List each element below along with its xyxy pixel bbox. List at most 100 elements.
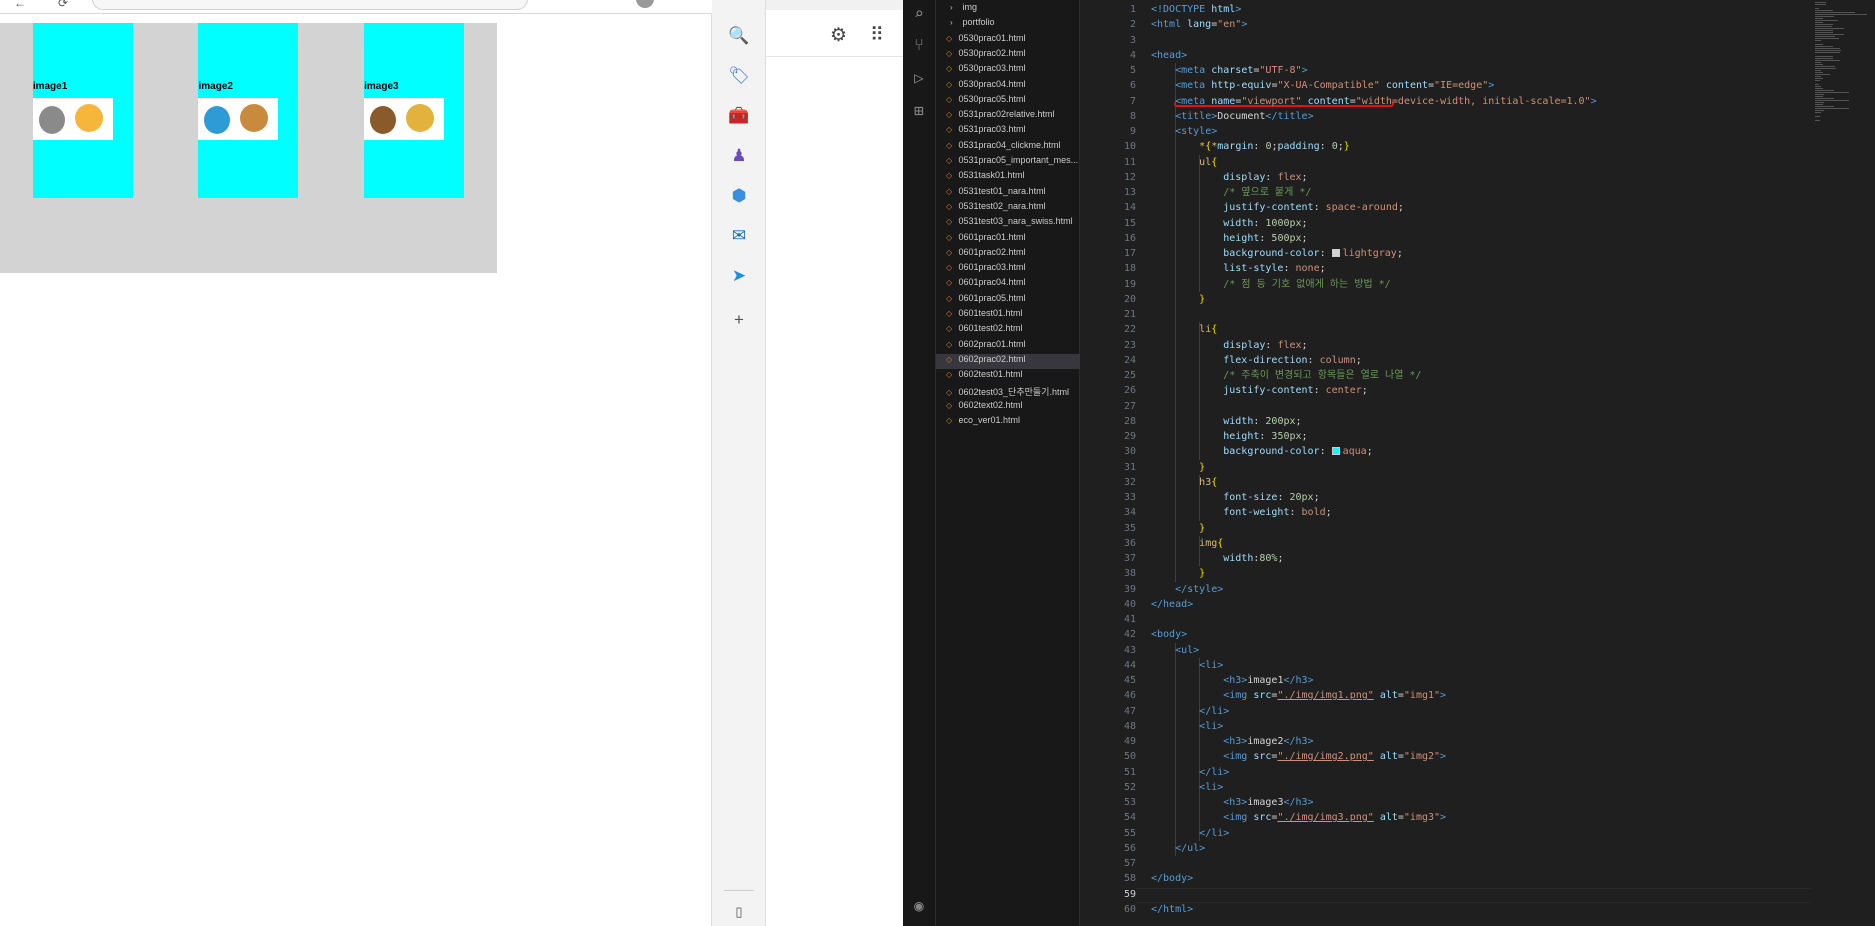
code-line: } [1151, 566, 1205, 581]
code-token: <img [1223, 751, 1254, 763]
sidebar-divider [724, 890, 754, 891]
toolbox-icon[interactable]: 🧰 [727, 104, 751, 128]
code-token: "./img/img3.png" [1277, 812, 1374, 824]
code-line: /* 옆으로 붙게 */ [1151, 185, 1311, 200]
explorer-file[interactable]: ◇ 0531prac05_important_mes... [936, 155, 1080, 170]
avatar[interactable] [636, 0, 654, 8]
explorer-file[interactable]: ◇ 0601prac05.html [936, 293, 1080, 308]
copilot-icon[interactable]: ⬢ [727, 184, 751, 208]
address-bar[interactable] [92, 0, 528, 10]
explorer-file[interactable]: ◇ 0531prac04_clickme.html [936, 140, 1080, 155]
back-icon[interactable]: ← [14, 0, 26, 10]
line-number: 59 [1123, 888, 1136, 900]
search-icon[interactable]: 🔍 [727, 24, 751, 48]
code-token: 20px [1289, 492, 1314, 503]
outlook-icon[interactable]: ✉ [727, 224, 751, 248]
explorer-file[interactable]: ◇ 0602text02.html [936, 400, 1080, 415]
explorer-file[interactable]: ◇ 0601prac04.html [936, 277, 1080, 292]
minimap-line [1815, 46, 1834, 47]
line-number: 38 [1123, 568, 1136, 580]
code-line: *{*margin: 0;padding: 0;} [1151, 139, 1350, 154]
apps-grid-icon[interactable]: ⠿ [870, 24, 884, 47]
send-icon[interactable]: ➤ [727, 264, 751, 288]
activity-bar: ⌕ ⑂ ▷ ⊞ ◉ [903, 0, 936, 926]
explorer-file[interactable]: ◇ 0531test03_nara_swiss.html [936, 216, 1080, 231]
source-control-icon[interactable]: ⑂ [908, 33, 930, 55]
explorer-file[interactable]: ◇ 0531test02_nara.html [936, 201, 1080, 216]
code-content[interactable]: <!DOCTYPE html> <html lang="en"> <head> <m… [1151, 0, 1811, 926]
cartoon-animal [74, 104, 103, 132]
explorer-file[interactable]: ◇ 0531test01_nara.html [936, 186, 1080, 201]
line-number: 1 [1129, 4, 1136, 15]
minimap-line [1815, 78, 1824, 79]
explorer-file[interactable]: ◇ 0602prac02.html [936, 353, 1080, 369]
explorer-file[interactable]: ◇ 0530prac01.html [936, 33, 1080, 48]
explorer-file[interactable]: ◇ 0531prac02relative.html [936, 109, 1080, 124]
code-line: <html lang="en"> [1151, 17, 1247, 32]
code-token: width [1223, 415, 1254, 427]
explorer-file[interactable]: ◇ 0530prac02.html [936, 48, 1080, 63]
extensions-icon[interactable]: ⊞ [908, 99, 930, 121]
minimap[interactable] [1811, 0, 1875, 926]
explorer-file[interactable]: ◇ 0601prac01.html [936, 232, 1080, 247]
explorer-file[interactable]: ◇ 0530prac05.html [936, 94, 1080, 109]
explorer-file[interactable]: ◇ 0602test01.html [936, 369, 1080, 384]
explorer-file[interactable]: ◇ 0531task01.html [936, 170, 1080, 185]
search-icon[interactable]: ⌕ [908, 2, 930, 24]
explorer-file[interactable]: ◇ eco_ver01.html [936, 415, 1080, 430]
code-token: 200px [1265, 415, 1296, 427]
line-number: 44 [1123, 659, 1136, 671]
explorer-file[interactable]: ◇ 0530prac04.html [936, 79, 1080, 94]
minimap-line [1815, 72, 1824, 73]
explorer-file[interactable]: ◇ 0602test03_단추만들기.html [936, 385, 1080, 400]
code-line: </li> [1151, 704, 1229, 719]
gear-icon[interactable]: ⚙ [830, 24, 847, 47]
explorer-file[interactable]: ◇ 0602prac01.html [936, 339, 1080, 354]
run-debug-icon[interactable]: ▷ [908, 66, 930, 88]
code-token: > [1301, 65, 1308, 76]
html-file-icon: ◇ [946, 110, 953, 120]
explorer-file[interactable]: ◇ 0531prac03.html [936, 124, 1080, 139]
minimap-line [1815, 86, 1821, 87]
html-file-icon: ◇ [946, 309, 953, 318]
line-number: 10 [1123, 141, 1136, 153]
html-file-icon: ◇ [946, 125, 953, 135]
html-file-icon: ◇ [946, 247, 953, 257]
demo-list-item: image1 [32, 23, 133, 198]
explorer-file[interactable]: ◇ 0601prac03.html [936, 262, 1080, 277]
explorer-folder[interactable]: › img [936, 2, 1080, 17]
explorer-file[interactable]: ◇ 0601test02.html [936, 323, 1080, 338]
code-line: <title>Document</title> [1151, 109, 1314, 124]
tag-icon[interactable]: 🏷 [727, 64, 751, 88]
minimap-line [1815, 8, 1820, 9]
color-swatch[interactable] [1331, 447, 1340, 456]
color-swatch[interactable] [1331, 249, 1340, 257]
explorer-folder[interactable]: › portfolio [936, 17, 1080, 32]
refresh-icon[interactable]: ⟳ [58, 0, 68, 10]
code-editor[interactable]: 1 2 3 4 5 6 7 8 9 10 11 12 13 14 15 16 17 18 19 20 21 22 23 24 2… [1080, 0, 1875, 926]
code-token: { [1211, 476, 1218, 488]
html-file-icon: ◇ [946, 156, 953, 165]
plus-icon[interactable]: + [727, 308, 751, 332]
chess-icon[interactable]: ♟ [727, 144, 751, 168]
code-token: ; [1319, 263, 1326, 275]
sidebar-icon[interactable]: ▯ [727, 900, 751, 924]
minimap-line [1815, 70, 1822, 71]
minimap-line [1815, 58, 1834, 59]
code-line: </ul> [1151, 841, 1205, 856]
explorer-file[interactable]: ◇ 0530prac03.html [936, 63, 1080, 78]
explorer-file[interactable]: ◇ 0601prac02.html [936, 247, 1080, 262]
html-file-icon: ◇ [946, 416, 953, 426]
account-icon[interactable]: ◉ [908, 894, 930, 916]
explorer-file[interactable]: ◇ 0601test01.html [936, 308, 1080, 323]
